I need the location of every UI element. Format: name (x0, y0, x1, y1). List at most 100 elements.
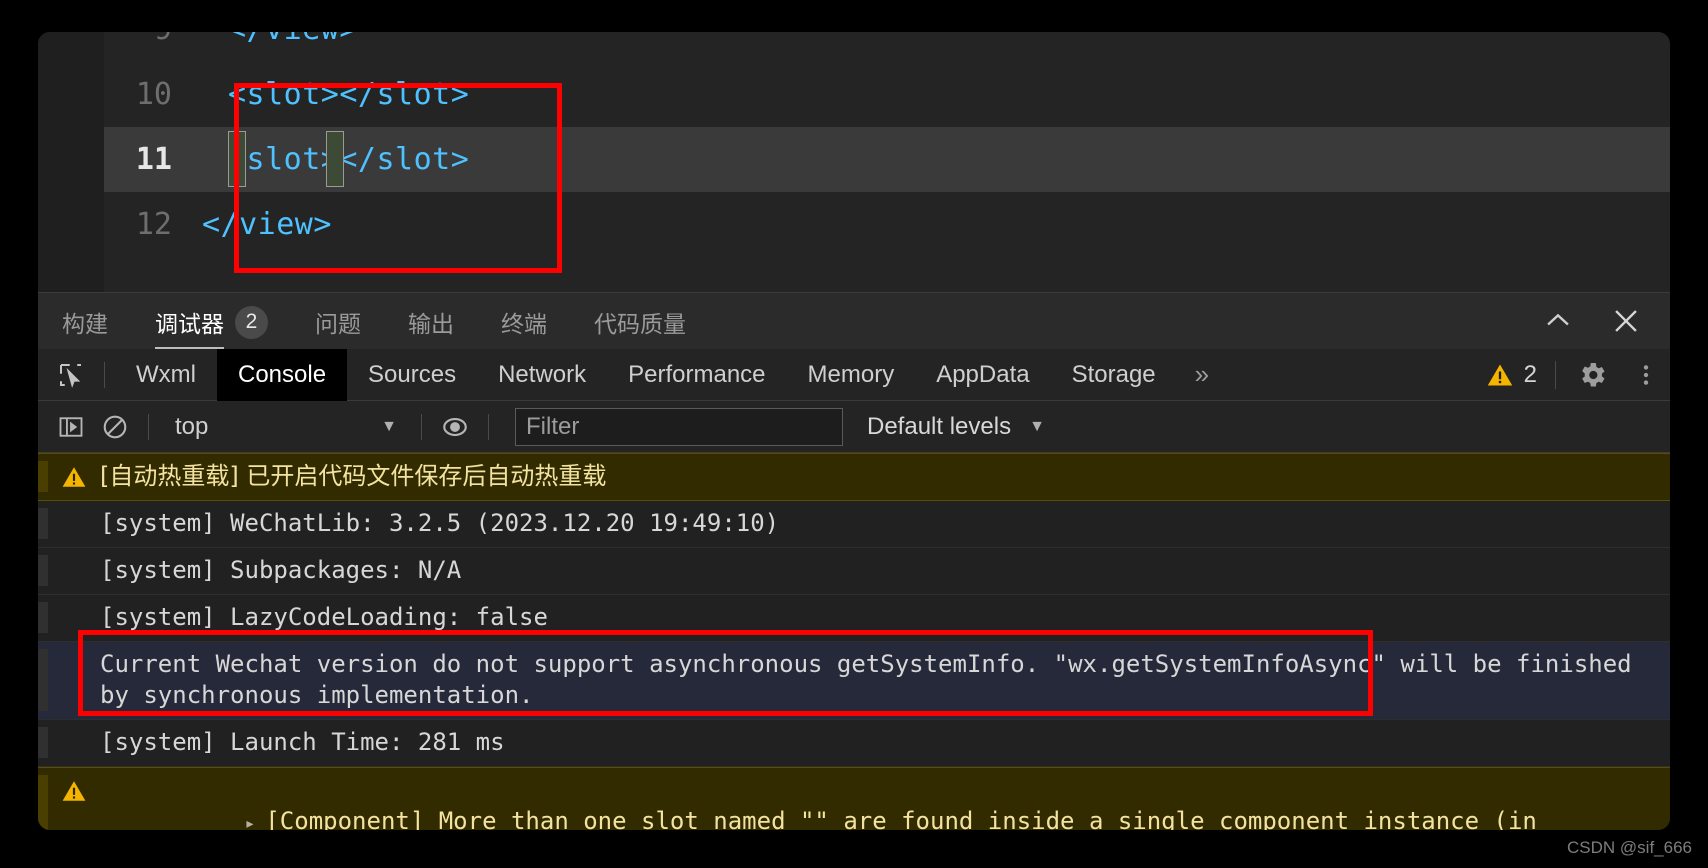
divider (488, 413, 489, 440)
tab-wxml[interactable]: Wxml (115, 349, 217, 401)
expand-triangle-icon[interactable]: ▸ (245, 808, 256, 830)
message-gutter (38, 508, 48, 539)
divider (148, 413, 149, 440)
tab-console[interactable]: Console (216, 348, 348, 401)
log-level-label: Default levels (867, 412, 1012, 440)
console-message[interactable]: [system] LazyCodeLoading: false (38, 595, 1670, 642)
message-icon-slot (48, 649, 100, 652)
tab-label: Storage (1071, 360, 1156, 388)
live-expression-eye-icon[interactable] (434, 406, 476, 448)
code-editor[interactable]: 9 </view> 10 <slot></slot> 11 <slot></sl… (38, 32, 1670, 292)
console-message-list[interactable]: [自动热重载] 已开启代码文件保存后自动热重载 [system] WeChatL… (38, 453, 1670, 830)
console-message[interactable]: [system] Launch Time: 281 ms (38, 720, 1670, 767)
line-content[interactable]: <slot></slot> (192, 127, 1670, 192)
line-number: 9 (104, 32, 192, 62)
console-sidebar-icon[interactable] (50, 406, 92, 448)
warning-triangle-icon (1486, 361, 1514, 389)
tab-label: Memory (807, 360, 895, 388)
panel-tab-label: 终端 (501, 312, 547, 338)
tab-network[interactable]: Network (477, 349, 607, 401)
panel-tab-terminal[interactable]: 终端 (501, 293, 547, 350)
message-gutter (38, 461, 48, 492)
tab-label: Console (237, 360, 327, 388)
line-content[interactable]: </view> (192, 192, 1670, 257)
cursor-block-open (228, 131, 246, 187)
tab-performance[interactable]: Performance (607, 349, 786, 401)
warning-triangle-icon (48, 775, 100, 804)
message-gutter (38, 727, 48, 758)
message-gutter (38, 649, 48, 711)
divider (421, 413, 422, 440)
tab-sources[interactable]: Sources (347, 349, 477, 401)
warning-triangle-icon (48, 461, 100, 490)
panel-tab-debugger[interactable]: 调试器 2 (155, 293, 268, 350)
panel-tab-problems[interactable]: 问题 (315, 293, 361, 350)
message-icon-slot (48, 508, 100, 511)
code-line-11[interactable]: 11 <slot></slot> (104, 127, 1670, 192)
tab-memory[interactable]: Memory (787, 349, 916, 401)
ide-window: 9 </view> 10 <slot></slot> 11 <slot></sl… (38, 32, 1670, 830)
panel-tab-label: 调试器 (155, 312, 224, 338)
divider (104, 361, 105, 388)
message-text: Current Wechat version do not support as… (100, 650, 1647, 709)
console-message[interactable]: Current Wechat version do not support as… (38, 642, 1670, 720)
message-text-wrapper: ▸ [Component] More than one slot named ""… (100, 775, 1670, 830)
console-message[interactable]: [system] Subpackages: N/A (38, 548, 1670, 595)
warning-count-indicator[interactable]: 2 (1486, 361, 1537, 389)
inspect-element-icon[interactable] (48, 349, 94, 401)
close-icon[interactable] (1608, 303, 1644, 339)
message-text: [自动热重载] 已开启代码文件保存后自动热重载 (100, 462, 607, 490)
message-icon-slot (48, 555, 100, 558)
filter-input[interactable]: Filter (515, 407, 843, 446)
message-icon-slot (48, 602, 100, 605)
console-message[interactable]: [自动热重载] 已开启代码文件保存后自动热重载 (38, 453, 1670, 501)
execution-context-selector[interactable]: top ▼ (161, 409, 409, 445)
devtools-tab-actions: 2 (1486, 349, 1670, 401)
code-line-10[interactable]: 10 <slot></slot> (104, 62, 1670, 127)
tab-storage[interactable]: Storage (1051, 349, 1177, 401)
filter-placeholder: Filter (526, 412, 580, 440)
panel-tab-label: 问题 (315, 312, 361, 338)
watermark: CSDN @sif_666 (1567, 838, 1692, 857)
clear-console-icon[interactable] (94, 406, 136, 448)
message-gutter (38, 555, 48, 586)
line-content[interactable]: </view> (192, 32, 1670, 62)
tab-appdata[interactable]: AppData (915, 349, 1050, 401)
line-content[interactable]: <slot></slot> (192, 62, 1670, 127)
panel-tab-code-quality[interactable]: 代码质量 (594, 293, 686, 350)
devtools-tab-bar[interactable]: Wxml Console Sources Network Performance… (38, 348, 1670, 401)
message-text: [system] Launch Time: 281 ms (100, 728, 505, 756)
tab-label: Sources (368, 360, 457, 388)
message-gutter (38, 602, 48, 633)
cursor-block-close (326, 131, 344, 187)
tab-label: Wxml (136, 360, 196, 388)
panel-tab-label: 代码质量 (594, 312, 686, 338)
console-toolbar[interactable]: top ▼ Filter Default levels ▼ (38, 401, 1670, 453)
tab-label: Performance (628, 360, 766, 388)
line-number: 10 (104, 62, 192, 127)
panel-tab-build[interactable]: 构建 (62, 293, 108, 350)
tab-label: Network (498, 360, 587, 388)
screenshot-root: 9 </view> 10 <slot></slot> 11 <slot></sl… (0, 0, 1708, 868)
chevron-up-icon[interactable] (1540, 303, 1576, 339)
debugger-count-badge: 2 (235, 305, 268, 339)
panel-tab-label: 构建 (62, 312, 108, 338)
panel-tab-label: 输出 (408, 312, 454, 338)
message-text: [system] LazyCodeLoading: false (100, 603, 548, 631)
console-message-component-slot-warning[interactable]: ▸ [Component] More than one slot named ""… (38, 767, 1670, 830)
code-line-9[interactable]: 9 </view> (104, 32, 1670, 62)
more-tabs-chevron-icon[interactable]: » (1177, 349, 1227, 401)
execution-context-value: top (175, 412, 209, 440)
code-line-12[interactable]: 12 </view> (104, 192, 1670, 257)
warning-count-label: 2 (1523, 360, 1537, 388)
panel-tab-bar[interactable]: 构建 调试器 2 问题 输出 终端 代码质量 (38, 292, 1670, 350)
log-level-selector[interactable]: Default levels ▼ (867, 413, 1045, 441)
divider (1555, 360, 1556, 389)
message-icon-slot (48, 727, 100, 730)
more-vertical-icon[interactable] (1628, 357, 1664, 393)
panel-tab-output[interactable]: 输出 (408, 293, 454, 350)
line-number: 11 (104, 127, 192, 192)
gear-icon[interactable] (1574, 357, 1610, 393)
console-message[interactable]: [system] WeChatLib: 3.2.5 (2023.12.20 19… (38, 501, 1670, 548)
message-text: [Component] More than one slot named "" … (265, 807, 1537, 830)
